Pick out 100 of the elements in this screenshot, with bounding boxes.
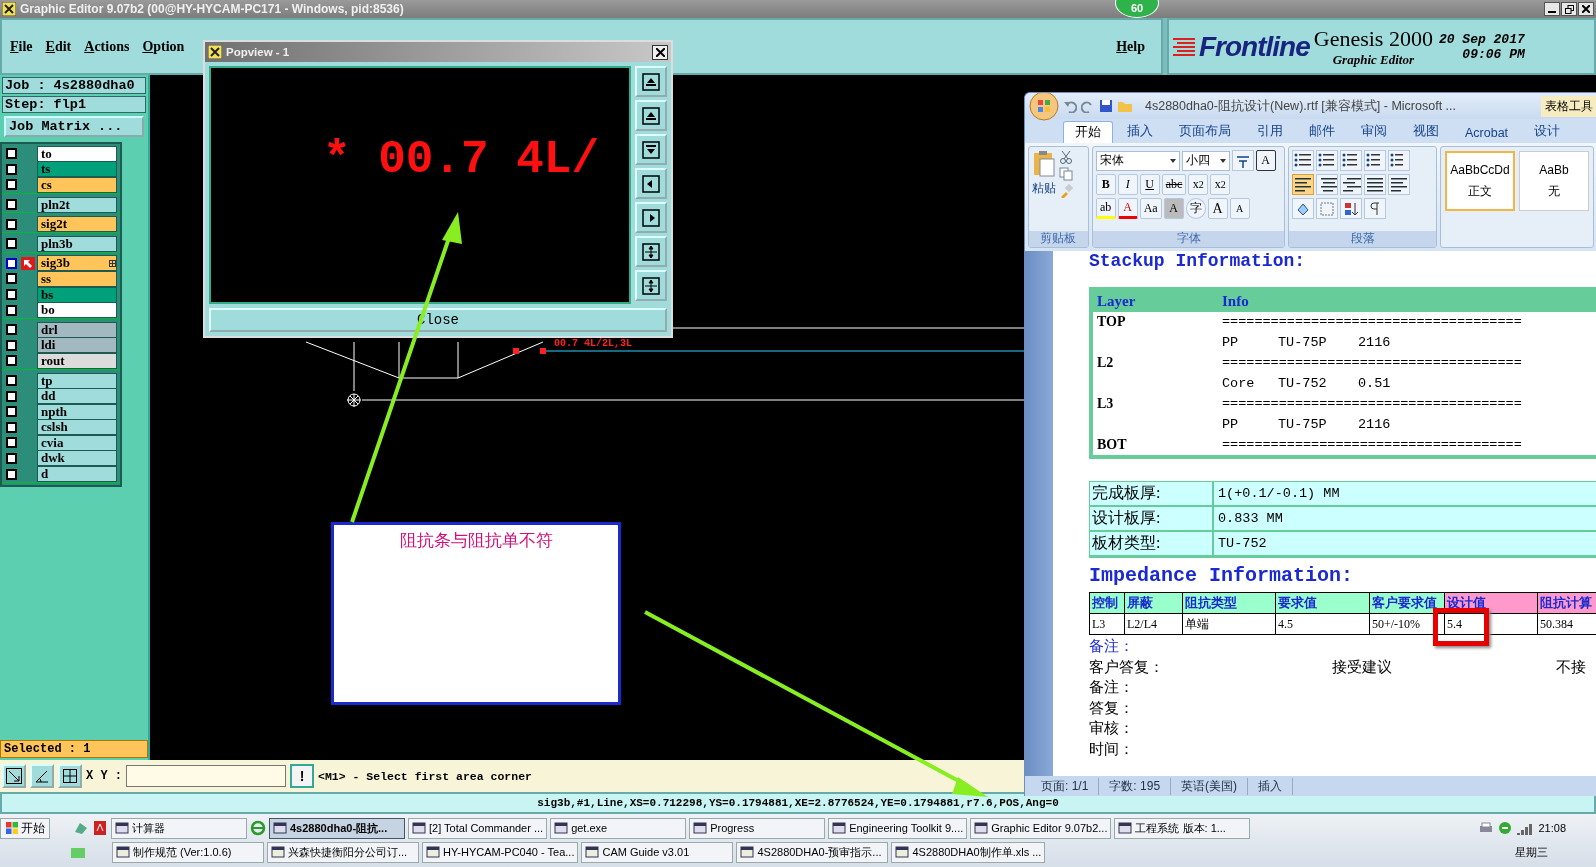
- align-button[interactable]: [1316, 174, 1339, 195]
- font-size-dropdown[interactable]: 小四: [1181, 150, 1230, 171]
- taskbar-button[interactable]: 兴森快捷衡阳分公司订...: [267, 841, 419, 863]
- layer-name[interactable]: drl: [37, 321, 117, 338]
- ribbon-tab[interactable]: 设计: [1522, 120, 1573, 143]
- view-button[interactable]: [635, 202, 667, 233]
- layer-checkbox[interactable]: [6, 273, 17, 285]
- ribbon-tab[interactable]: 插入: [1115, 120, 1165, 143]
- list-button[interactable]: [1388, 150, 1411, 171]
- align-button[interactable]: [1292, 174, 1315, 195]
- layer-name[interactable]: pln3b: [37, 235, 117, 252]
- restore-button[interactable]: [1561, 2, 1577, 16]
- menu-item[interactable]: Actions: [84, 38, 130, 55]
- grid-button[interactable]: [58, 764, 82, 788]
- layer-name[interactable]: ts: [37, 161, 117, 178]
- layer-name[interactable]: bo: [37, 302, 117, 319]
- layer-checkbox[interactable]: [6, 390, 17, 402]
- ribbon-tab[interactable]: 引用: [1245, 120, 1295, 143]
- ribbon-tab[interactable]: 页面布局: [1167, 120, 1243, 143]
- layer-name[interactable]: sig2t: [37, 216, 117, 233]
- format-button[interactable]: U: [1139, 174, 1160, 195]
- measure-button[interactable]: [30, 764, 54, 788]
- format-button[interactable]: 字: [1185, 198, 1206, 219]
- layer-checkbox[interactable]: [6, 406, 17, 418]
- taskbar-button[interactable]: 4s2880dha0-阻抗...: [269, 817, 405, 839]
- layer-name[interactable]: sig3b: [37, 255, 117, 272]
- taskbar-button[interactable]: get.exe: [550, 817, 687, 839]
- view-button[interactable]: [635, 66, 667, 97]
- list-button[interactable]: [1292, 150, 1315, 171]
- close-button[interactable]: [1578, 2, 1594, 16]
- format-button[interactable]: abc: [1161, 174, 1187, 195]
- paragraph-tool-button[interactable]: [1364, 198, 1387, 219]
- layer-checkbox[interactable]: [6, 421, 17, 433]
- taskbar-button[interactable]: 4S2880DHA0制作单.xls ...: [891, 841, 1046, 863]
- format-button[interactable]: A: [1207, 198, 1228, 219]
- list-button[interactable]: [1340, 150, 1363, 171]
- layer-checkbox[interactable]: [6, 453, 17, 464]
- job-matrix-button[interactable]: Job Matrix ...: [4, 116, 144, 137]
- layer-checkbox[interactable]: [6, 304, 17, 316]
- format-button[interactable]: B: [1095, 174, 1116, 195]
- align-button[interactable]: [1340, 174, 1363, 195]
- ribbon-tab[interactable]: Acrobat: [1453, 123, 1521, 143]
- taskbar-button[interactable]: Engineering Toolkit 9....: [828, 817, 968, 839]
- start-button[interactable]: 开始: [0, 817, 50, 839]
- list-button[interactable]: [1364, 150, 1387, 171]
- view-button[interactable]: [635, 270, 667, 301]
- layer-name[interactable]: to: [37, 145, 117, 162]
- paste-button[interactable]: 粘贴: [1032, 150, 1056, 228]
- layer-checkbox[interactable]: [6, 238, 17, 250]
- taskbar-button[interactable]: 工程系统 版本: 1...: [1114, 817, 1251, 839]
- layer-name[interactable]: dd: [37, 388, 117, 405]
- menu-item[interactable]: Help: [1116, 38, 1145, 55]
- ribbon-tab[interactable]: 视图: [1401, 120, 1451, 143]
- alert-button[interactable]: !: [290, 764, 314, 788]
- paragraph-tool-button[interactable]: [1340, 198, 1363, 219]
- layer-checkbox[interactable]: [6, 218, 17, 230]
- format-button[interactable]: I: [1117, 174, 1138, 195]
- minimize-button[interactable]: [1544, 2, 1560, 16]
- layer-checkbox[interactable]: [6, 289, 17, 301]
- ribbon-tab[interactable]: 审阅: [1349, 120, 1399, 143]
- format-button[interactable]: A: [1117, 198, 1138, 219]
- character-border-button[interactable]: A: [1255, 150, 1276, 171]
- coordinate-input[interactable]: [126, 765, 286, 787]
- view-button[interactable]: [635, 236, 667, 267]
- taskbar-button[interactable]: Progress: [689, 817, 826, 839]
- layer-checkbox[interactable]: [6, 324, 17, 336]
- layer-checkbox[interactable]: [6, 468, 17, 480]
- zoom-area-button[interactable]: [2, 764, 26, 788]
- view-button[interactable]: [635, 100, 667, 131]
- layer-checkbox[interactable]: [6, 339, 17, 351]
- list-button[interactable]: [1316, 150, 1339, 171]
- layer-name[interactable]: dwk: [37, 450, 117, 467]
- taskbar-button[interactable]: [2] Total Commander ...: [408, 817, 548, 839]
- taskbar-button[interactable]: CAM Guide v3.01: [581, 841, 734, 863]
- layer-checkbox[interactable]: [6, 199, 17, 211]
- menu-item[interactable]: Edit: [45, 38, 72, 55]
- layer-name[interactable]: ldi: [37, 337, 117, 354]
- taskbar-button[interactable]: 计算器: [111, 817, 247, 839]
- phonetic-guide-button[interactable]: [1231, 150, 1254, 171]
- format-button[interactable]: A: [1229, 198, 1250, 219]
- layer-checkbox[interactable]: [6, 179, 17, 191]
- font-name-dropdown[interactable]: 宋体: [1095, 150, 1180, 171]
- align-button[interactable]: [1388, 174, 1411, 195]
- taskbar-button[interactable]: 制作规范 (Ver:1.0.6): [112, 841, 264, 863]
- layer-name[interactable]: d: [37, 466, 117, 483]
- taskbar-button[interactable]: Graphic Editor 9.07b2...: [970, 817, 1112, 839]
- layer-checkbox[interactable]: [6, 257, 17, 269]
- layer-checkbox[interactable]: [6, 163, 17, 175]
- taskbar-button[interactable]: HY-HYCAM-PC040 - Tea...: [422, 841, 579, 863]
- paragraph-tool-button[interactable]: [1292, 198, 1315, 219]
- view-button[interactable]: [635, 134, 667, 165]
- format-button[interactable]: Aa: [1139, 198, 1162, 219]
- format-button[interactable]: ab: [1095, 198, 1116, 219]
- layer-checkbox[interactable]: [6, 375, 17, 386]
- ribbon-tab[interactable]: 邮件: [1297, 120, 1347, 143]
- layer-checkbox[interactable]: [6, 437, 17, 449]
- layer-checkbox[interactable]: [6, 355, 17, 367]
- layer-checkbox[interactable]: [6, 148, 17, 160]
- style-option[interactable]: AaBb 无: [1519, 151, 1589, 211]
- layer-name[interactable]: pln2t: [37, 196, 117, 213]
